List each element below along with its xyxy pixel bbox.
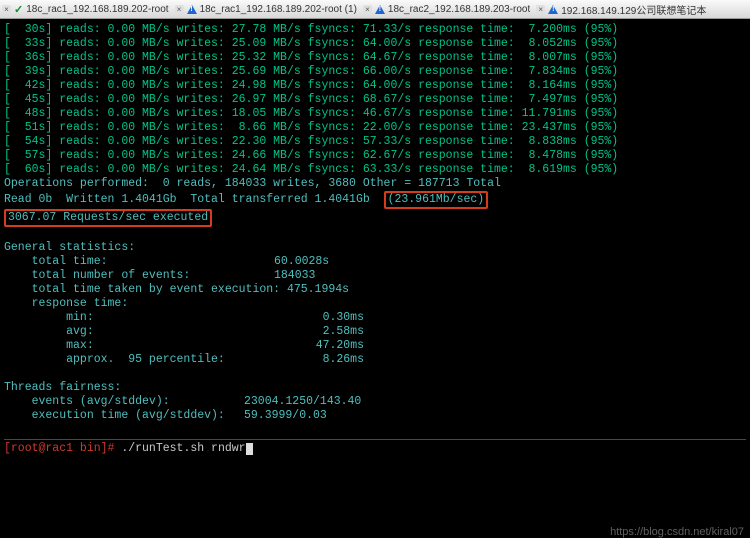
tab-bar: × ✓ 18c_rac1_192.168.189.202-root × 18c_… bbox=[0, 0, 750, 19]
transfer-prefix: Read 0b Written 1.4041Gb Total transferr… bbox=[4, 193, 384, 206]
table-row: [ 54s] reads: 0.00 MB/s writes: 22.30 MB… bbox=[4, 135, 746, 149]
table-row: [ 36s] reads: 0.00 MB/s writes: 25.32 MB… bbox=[4, 51, 746, 65]
tab-item[interactable]: × 18c_rac1_192.168.189.202-root (1) bbox=[175, 4, 357, 15]
requests-line: 3067.07 Requests/sec executed bbox=[4, 209, 746, 227]
tab-label: 18c_rac1_192.168.189.202-root (1) bbox=[200, 4, 357, 15]
table-row: [ 57s] reads: 0.00 MB/s writes: 24.66 MB… bbox=[4, 149, 746, 163]
warning-icon bbox=[375, 5, 385, 14]
table-row: [ 48s] reads: 0.00 MB/s writes: 18.05 MB… bbox=[4, 107, 746, 121]
stat-p95: approx. 95 percentile:8.26ms bbox=[4, 353, 746, 367]
throughput-highlight: (23.961Mb/sec) bbox=[384, 191, 489, 209]
cursor bbox=[246, 443, 253, 455]
tab-label: 18c_rac1_192.168.189.202-root bbox=[26, 4, 168, 15]
warning-icon bbox=[187, 5, 197, 14]
prompt-line[interactable]: [root@rac1 bin]# ./runTest.sh rndwr bbox=[4, 442, 746, 456]
transfer-line: Read 0b Written 1.4041Gb Total transferr… bbox=[4, 191, 746, 209]
stat-total-time: total time:60.0028s bbox=[4, 255, 746, 269]
tab-item[interactable]: × 192.168.149.129公司联想笔记本 bbox=[536, 2, 706, 17]
stat-avg: avg:2.58ms bbox=[4, 325, 746, 339]
table-row: [ 51s] reads: 0.00 MB/s writes: 8.66 MB/… bbox=[4, 121, 746, 135]
stat-exec-time: total time taken by event execution: 475… bbox=[4, 283, 746, 297]
terminal-output[interactable]: [ 30s] reads: 0.00 MB/s writes: 27.78 MB… bbox=[0, 19, 750, 538]
fairness-header: Threads fairness: bbox=[4, 381, 746, 395]
stat-min: min:0.30ms bbox=[4, 311, 746, 325]
warning-icon bbox=[548, 5, 558, 14]
fairness-exec: execution time (avg/stddev):59.3999/0.03 bbox=[4, 409, 746, 423]
close-icon[interactable]: × bbox=[175, 5, 184, 14]
table-row: [ 33s] reads: 0.00 MB/s writes: 25.09 MB… bbox=[4, 37, 746, 51]
close-icon[interactable]: × bbox=[363, 5, 372, 14]
check-icon: ✓ bbox=[14, 3, 23, 16]
divider bbox=[4, 439, 746, 440]
stat-response-header: response time: bbox=[4, 297, 746, 311]
close-icon[interactable]: × bbox=[536, 5, 545, 14]
close-icon[interactable]: × bbox=[2, 5, 11, 14]
table-row: [ 39s] reads: 0.00 MB/s writes: 25.69 MB… bbox=[4, 65, 746, 79]
requests-highlight: 3067.07 Requests/sec executed bbox=[4, 209, 212, 227]
tab-label: 18c_rac2_192.168.189.203-root bbox=[388, 4, 530, 15]
fairness-events: events (avg/stddev):23004.1250/143.40 bbox=[4, 395, 746, 409]
table-row: [ 45s] reads: 0.00 MB/s writes: 26.97 MB… bbox=[4, 93, 746, 107]
general-stats-header: General statistics: bbox=[4, 241, 746, 255]
table-row: [ 60s] reads: 0.00 MB/s writes: 24.64 MB… bbox=[4, 163, 746, 177]
tab-item[interactable]: × 18c_rac2_192.168.189.203-root bbox=[363, 4, 530, 15]
stat-total-events: total number of events:184033 bbox=[4, 269, 746, 283]
interval-rows: [ 30s] reads: 0.00 MB/s writes: 27.78 MB… bbox=[4, 23, 746, 177]
stat-max: max:47.20ms bbox=[4, 339, 746, 353]
operations-performed: Operations performed: 0 reads, 184033 wr… bbox=[4, 177, 746, 191]
table-row: [ 42s] reads: 0.00 MB/s writes: 24.98 MB… bbox=[4, 79, 746, 93]
prompt-command: ./runTest.sh rndwr bbox=[121, 442, 245, 455]
prompt-user: [root@rac1 bin]# bbox=[4, 442, 121, 455]
tab-label: 192.168.149.129公司联想笔记本 bbox=[561, 2, 706, 17]
watermark: https://blog.csdn.net/kiral07 bbox=[610, 525, 744, 538]
tab-item[interactable]: × ✓ 18c_rac1_192.168.189.202-root bbox=[2, 3, 169, 16]
table-row: [ 30s] reads: 0.00 MB/s writes: 27.78 MB… bbox=[4, 23, 746, 37]
